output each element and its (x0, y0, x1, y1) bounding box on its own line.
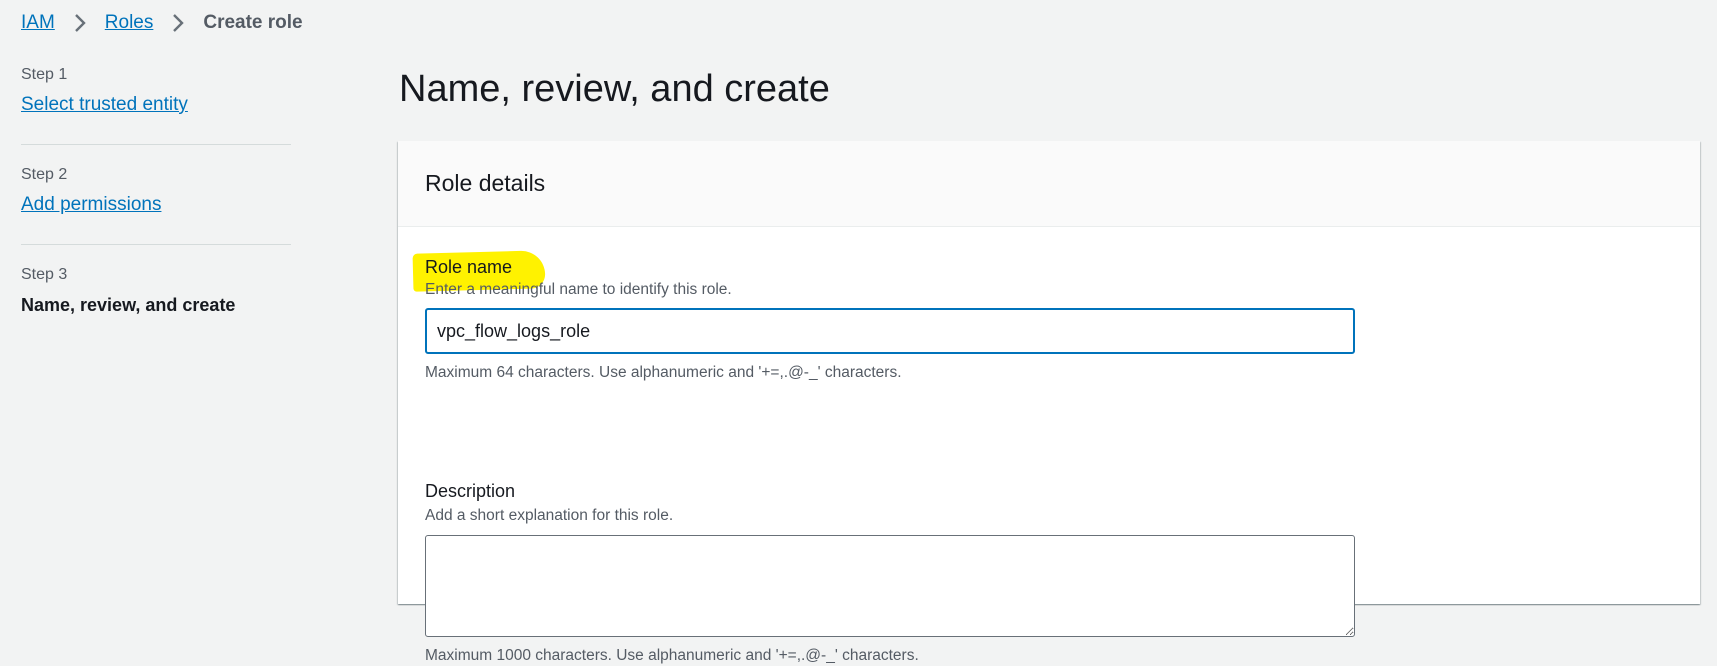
step-label: Step 1 (21, 66, 68, 83)
step-label: Step 2 (21, 166, 68, 183)
description-help: Add a short explanation for this role. (425, 507, 674, 524)
role-name-input[interactable] (425, 308, 1355, 354)
description-textarea[interactable] (425, 535, 1355, 637)
wizard-steps: Step 1 Select trusted entity Step 2 Add … (21, 62, 291, 362)
page-title: Name, review, and create (399, 68, 830, 110)
panel-header: Role details (398, 141, 1700, 227)
step-select-trusted-entity-link[interactable]: Select trusted entity (21, 94, 188, 115)
divider (21, 244, 291, 245)
step-current-name: Name, review, and create (21, 295, 236, 315)
divider (21, 144, 291, 145)
description-constraint: Maximum 1000 characters. Use alphanumeri… (425, 647, 919, 664)
description-label: Description (425, 481, 516, 501)
step-2: Step 2 Add permissions (21, 162, 291, 262)
role-details-panel: Role details Role name Enter a meaningfu… (398, 141, 1700, 664)
breadcrumb: IAM Roles Create role (21, 10, 303, 36)
role-name-description: Enter a meaningful name to identify this… (425, 281, 732, 298)
chevron-right-icon (67, 10, 93, 36)
breadcrumb-current: Create role (203, 12, 303, 33)
chevron-right-icon (165, 10, 191, 36)
breadcrumb-iam-link[interactable]: IAM (21, 12, 55, 34)
step-add-permissions-link[interactable]: Add permissions (21, 194, 161, 215)
step-1: Step 1 Select trusted entity (21, 62, 291, 162)
role-name-label-wrap: Role name (412, 250, 546, 292)
role-name-constraint: Maximum 64 characters. Use alphanumeric … (425, 364, 902, 381)
breadcrumb-roles-link[interactable]: Roles (105, 12, 154, 34)
step-label: Step 3 (21, 266, 68, 283)
step-3: Step 3 Name, review, and create (21, 262, 291, 362)
role-name-label: Role name (425, 257, 513, 277)
panel-title: Role details (425, 170, 546, 196)
